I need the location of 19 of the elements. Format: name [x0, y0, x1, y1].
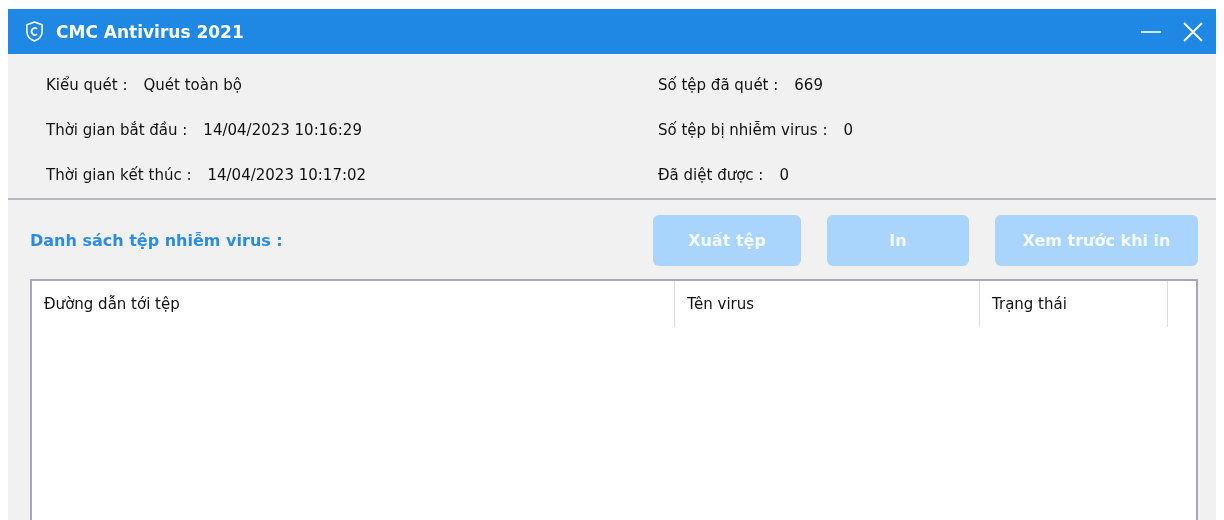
- info-label: Kiểu quét :: [46, 75, 128, 94]
- info-value: 669: [794, 75, 823, 94]
- info-label: Thời gian kết thúc :: [46, 166, 192, 185]
- info-value: Quét toàn bộ: [143, 75, 242, 94]
- info-value: 0: [779, 166, 789, 185]
- close-icon[interactable]: [1182, 20, 1204, 43]
- info-label: Đã diệt được :: [658, 166, 764, 185]
- section-title: Danh sách tệp nhiễm virus :: [30, 230, 284, 250]
- info-value: 14/04/2023 10:16:29: [203, 121, 362, 139]
- info-label: Số tệp đã quét :: [658, 75, 779, 94]
- info-label: Số tệp bị nhiễm virus :: [658, 121, 828, 139]
- window-title: CMC Antivirus 2021: [56, 21, 244, 42]
- info-value: 0: [843, 121, 853, 139]
- column-header[interactable]: Tên virus: [675, 281, 980, 327]
- shield-icon: [25, 21, 44, 42]
- column-header[interactable]: Đường dẫn tới tệp: [32, 281, 675, 327]
- info-value: 14/04/2023 10:17:02: [207, 166, 367, 185]
- column-header[interactable]: Trạng thái: [980, 281, 1168, 327]
- info-label: Thời gian bắt đầu :: [46, 121, 188, 139]
